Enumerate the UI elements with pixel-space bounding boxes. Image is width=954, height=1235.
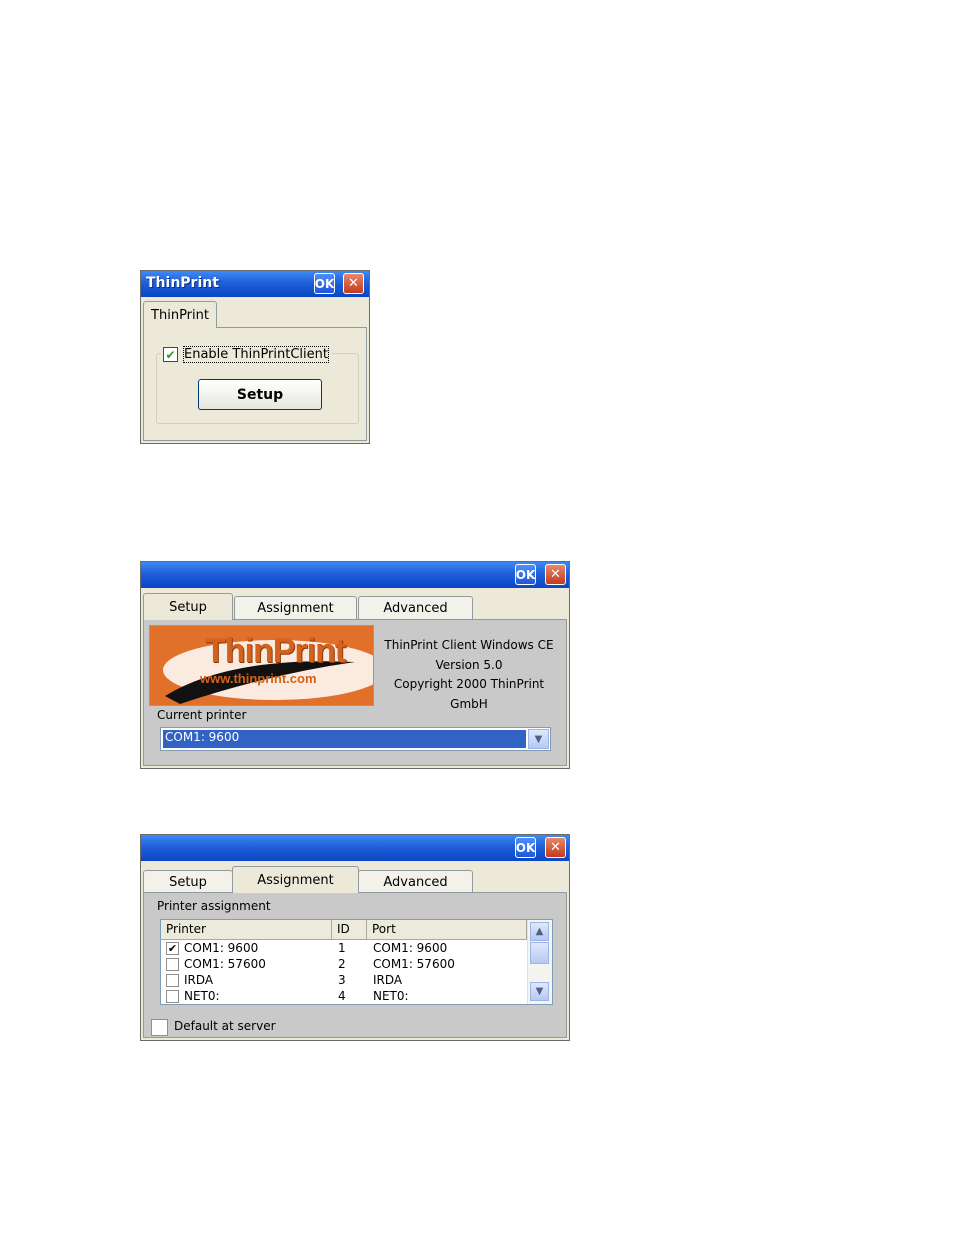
version-text: Version 5.0: [435, 657, 503, 672]
tab-setup[interactable]: Setup: [143, 870, 233, 894]
row-checkbox[interactable]: [166, 958, 179, 971]
enable-checkbox-row[interactable]: ✔ Enable ThinPrintClient: [161, 346, 332, 364]
logo-url: www.thinprint.com: [200, 671, 317, 686]
ok-button[interactable]: OK: [515, 837, 536, 858]
tab-label: Assignment: [257, 872, 334, 888]
printer-assignment-list[interactable]: Printer ID Port ✔ COM1: 9600 1 COM1: 960…: [160, 919, 553, 1005]
tab-thinprint[interactable]: ThinPrint: [143, 301, 217, 328]
port-cell: IRDA: [373, 973, 403, 987]
list-scrollbar[interactable]: ▲ ▼: [527, 920, 552, 1004]
enable-label: Enable ThinPrintClient: [183, 346, 329, 363]
assignment-dialog: OK ✕ Setup Assignment Advanced Printer a…: [140, 834, 570, 1041]
column-header-printer[interactable]: Printer: [161, 920, 332, 940]
default-at-server-label: Default at server: [174, 1019, 276, 1033]
tab-assignment[interactable]: Assignment: [234, 596, 357, 620]
scroll-up-icon[interactable]: ▲: [530, 922, 549, 941]
tab-assignment[interactable]: Assignment: [232, 866, 359, 893]
setup-button[interactable]: Setup: [198, 379, 322, 410]
logo-text: ThinPrint: [205, 632, 346, 670]
port-cell: COM1: 9600: [373, 941, 448, 955]
tab-label: Assignment: [257, 601, 334, 616]
thinprint-dialog: ThinPrint OK ✕ ThinPrint ✔ Enable ThinPr…: [140, 270, 370, 444]
table-row[interactable]: ✔ COM1: 9600 1 COM1: 9600: [161, 940, 527, 956]
tab-label: Setup: [169, 599, 207, 615]
window-title: ThinPrint: [146, 275, 219, 291]
printer-cell: COM1: 57600: [184, 957, 266, 971]
row-checkbox[interactable]: [166, 990, 179, 1003]
table-row[interactable]: NET0: 4 NET0:: [161, 988, 527, 1004]
id-cell: 3: [338, 973, 346, 987]
tab-label: Setup: [169, 875, 207, 890]
close-icon[interactable]: ✕: [343, 273, 364, 294]
default-at-server-checkbox[interactable]: [151, 1019, 168, 1036]
setup-dialog: OK ✕ Setup Assignment Advanced ThinPrint…: [140, 561, 570, 769]
close-icon[interactable]: ✕: [545, 837, 566, 858]
tab-panel: ✔ Enable ThinPrintClient Setup: [143, 327, 367, 441]
title-bar: OK ✕: [141, 835, 569, 861]
thinprint-logo: ThinPrint www.thinprint.com: [149, 625, 374, 706]
tab-setup[interactable]: Setup: [143, 593, 233, 620]
port-cell: NET0:: [373, 989, 409, 1003]
tab-panel: ThinPrint www.thinprint.com ThinPrint Cl…: [143, 619, 567, 766]
row-checkbox[interactable]: [166, 974, 179, 987]
product-name: ThinPrint Client Windows CE: [384, 638, 554, 652]
printer-assignment-label: Printer assignment: [157, 899, 271, 913]
table-row[interactable]: COM1: 57600 2 COM1: 57600: [161, 956, 527, 972]
scroll-down-icon[interactable]: ▼: [530, 982, 549, 1001]
tab-panel: Printer assignment Printer ID Port ✔ COM…: [143, 892, 567, 1038]
enable-checkbox[interactable]: ✔: [163, 347, 178, 362]
tab-label: Advanced: [383, 601, 448, 616]
id-cell: 1: [338, 941, 346, 955]
printer-cell: IRDA: [184, 973, 214, 987]
chevron-down-icon[interactable]: ▼: [528, 729, 549, 749]
client-info: ThinPrint Client Windows CE Version 5.0 …: [374, 636, 564, 714]
port-cell: COM1: 57600: [373, 957, 455, 971]
ok-button[interactable]: OK: [515, 564, 536, 585]
ok-button[interactable]: OK: [314, 273, 335, 294]
printer-cell: COM1: 9600: [184, 941, 259, 955]
close-icon[interactable]: ✕: [545, 564, 566, 585]
row-checkbox[interactable]: ✔: [166, 942, 179, 955]
scroll-thumb[interactable]: [530, 942, 549, 964]
tab-label: ThinPrint: [151, 307, 209, 323]
check-icon: ✔: [165, 347, 176, 362]
title-bar: ThinPrint OK ✕: [141, 271, 369, 297]
current-printer-label: Current printer: [157, 708, 247, 722]
tab-advanced[interactable]: Advanced: [358, 870, 473, 894]
printer-cell: NET0:: [184, 989, 220, 1003]
current-printer-value: COM1: 9600: [162, 729, 527, 749]
id-cell: 4: [338, 989, 346, 1003]
tab-label: Advanced: [383, 875, 448, 890]
column-header-port[interactable]: Port: [367, 920, 527, 940]
tab-advanced[interactable]: Advanced: [358, 596, 473, 620]
id-cell: 2: [338, 957, 346, 971]
copyright-text: Copyright 2000 ThinPrint GmbH: [393, 677, 545, 711]
current-printer-select[interactable]: COM1: 9600 ▼: [160, 727, 551, 751]
title-bar: OK ✕: [141, 562, 569, 588]
table-row[interactable]: IRDA 3 IRDA: [161, 972, 527, 988]
column-header-id[interactable]: ID: [332, 920, 367, 940]
